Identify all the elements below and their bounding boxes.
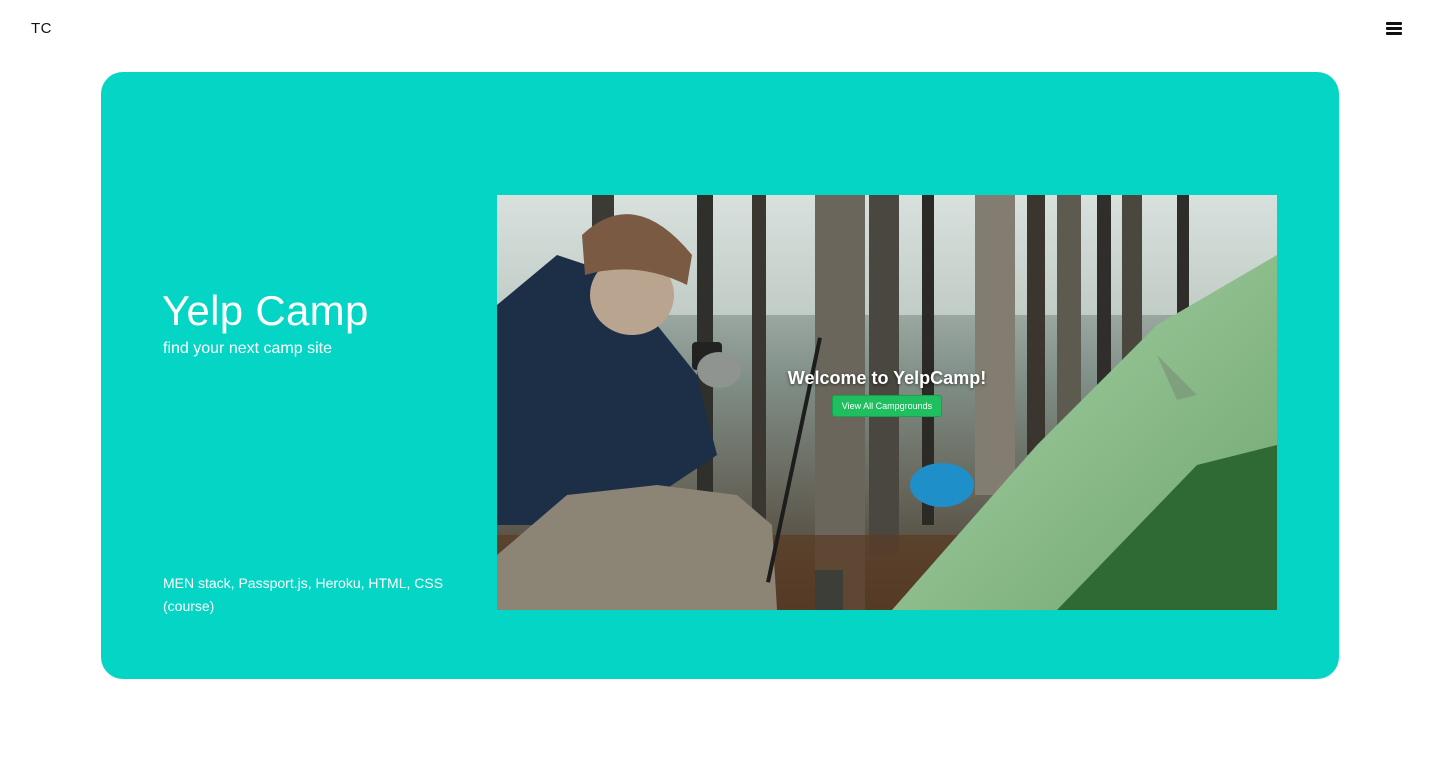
site-logo[interactable]: TC bbox=[31, 20, 52, 37]
project-preview-image[interactable]: Welcome to YelpCamp! View All Campground… bbox=[497, 195, 1277, 610]
hamburger-icon-bar bbox=[1386, 32, 1402, 35]
project-subtitle: find your next camp site bbox=[163, 340, 332, 357]
preview-welcome-heading: Welcome to YelpCamp! bbox=[787, 368, 987, 388]
project-card: Yelp Camp find your next camp site MEN s… bbox=[101, 72, 1339, 679]
hamburger-menu-button[interactable] bbox=[1386, 22, 1402, 36]
hamburger-icon bbox=[1386, 22, 1402, 25]
project-title: Yelp Camp bbox=[162, 287, 369, 334]
project-tech-stack: MEN stack, Passport.js, Heroku, HTML, CS… bbox=[163, 575, 444, 614]
preview-overlay: Welcome to YelpCamp! View All Campground… bbox=[497, 368, 1277, 417]
view-all-campgrounds-button[interactable]: View All Campgrounds bbox=[831, 395, 943, 417]
hamburger-icon-bar bbox=[1386, 27, 1402, 30]
